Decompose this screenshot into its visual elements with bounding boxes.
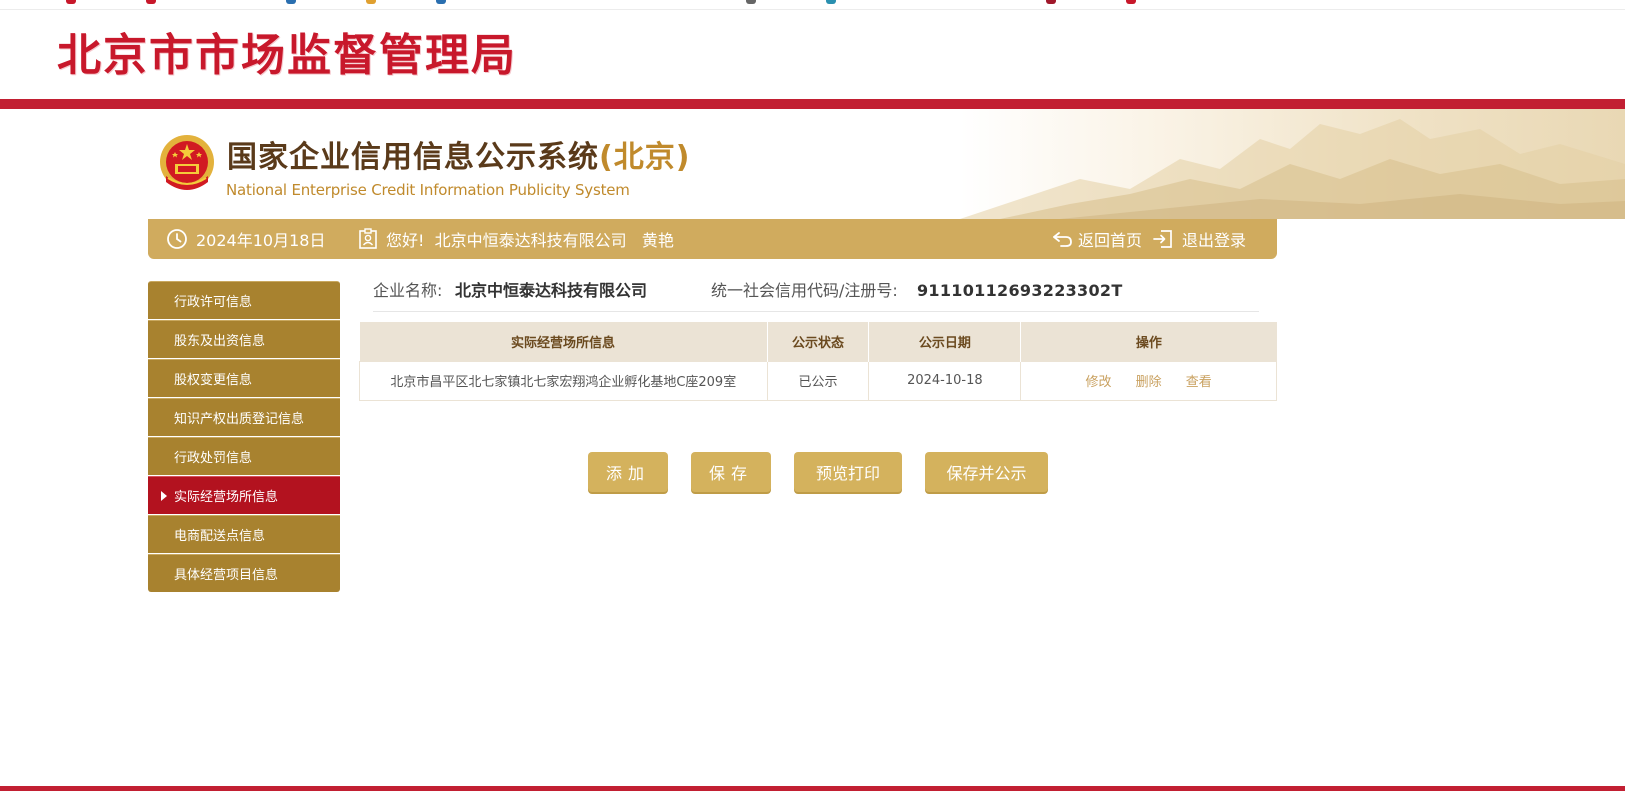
clock-icon <box>166 228 188 250</box>
browser-toolbar-strip <box>0 0 1625 10</box>
system-subtitle: National Enterprise Credit Information P… <box>226 181 630 199</box>
sidebar-item-business-premises[interactable]: 实际经营场所信息 <box>148 476 340 514</box>
preview-print-button[interactable]: 预览打印 <box>794 452 902 492</box>
logout-icon <box>1152 228 1174 250</box>
sidebar-menu: 行政许可信息 股东及出资信息 股权变更信息 知识产权出质登记信息 行政处罚信息 … <box>148 281 340 593</box>
banner-landscape <box>960 109 1625 219</box>
sidebar-item-ip-pledge[interactable]: 知识产权出质登记信息 <box>148 398 340 436</box>
edit-link[interactable]: 修改 <box>1085 375 1111 390</box>
credit-code-value: 91110112693223302T <box>917 281 1123 300</box>
header-red-bar <box>0 99 1625 109</box>
top-nav-bar: 2024年10月18日 您好! 北京中恒泰达科技有限公司 黄艳 返回首页 退出登… <box>148 219 1277 259</box>
sidebar-item-shareholders[interactable]: 股东及出资信息 <box>148 320 340 358</box>
cell-status: 已公示 <box>766 360 870 401</box>
footer-red-line <box>0 786 1625 791</box>
col-header-status: 公示状态 <box>767 322 870 361</box>
return-home-label: 返回首页 <box>1078 231 1143 250</box>
company-info-row: 企业名称: 北京中恒泰达科技有限公司 统一社会信用代码/注册号: 9111011… <box>373 276 1259 312</box>
add-button[interactable]: 添加 <box>588 452 668 492</box>
nav-greeting-text: 您好! 北京中恒泰达科技有限公司 黄艳 <box>386 231 674 250</box>
sidebar-item-admin-license[interactable]: 行政许可信息 <box>148 281 340 319</box>
nav-date: 2024年10月18日 <box>166 219 325 259</box>
return-arrow-icon <box>1052 229 1074 249</box>
cell-actions: 修改 删除 查看 <box>1020 360 1277 401</box>
caret-right-icon <box>161 491 167 501</box>
table-row: 北京市昌平区北七家镇北七家宏翔鸿企业孵化基地C座209室 已公示 2024-10… <box>359 360 1277 401</box>
sidebar-item-label: 实际经营场所信息 <box>174 490 279 505</box>
bureau-title: 北京市市场监督管理局 <box>57 30 517 81</box>
system-title: 国家企业信用信息公示系统(北京) <box>227 138 690 178</box>
nav-greeting: 您好! 北京中恒泰达科技有限公司 黄艳 <box>358 219 674 259</box>
cell-date: 2024-10-18 <box>868 360 1022 401</box>
credit-code-label: 统一社会信用代码/注册号: <box>711 281 898 300</box>
sidebar-item-label: 具体经营项目信息 <box>174 568 279 583</box>
sidebar-item-admin-penalty[interactable]: 行政处罚信息 <box>148 437 340 475</box>
sidebar-item-label: 知识产权出质登记信息 <box>174 412 305 427</box>
save-button[interactable]: 保存 <box>691 452 771 492</box>
sidebar-item-ecommerce-delivery[interactable]: 电商配送点信息 <box>148 515 340 553</box>
premises-table: 实际经营场所信息 公示状态 公示日期 操作 北京市昌平区北七家镇北七家宏翔鸿企业… <box>359 322 1277 401</box>
sidebar-item-business-projects[interactable]: 具体经营项目信息 <box>148 554 340 592</box>
cell-address: 北京市昌平区北七家镇北七家宏翔鸿企业孵化基地C座209室 <box>359 360 768 401</box>
sidebar-item-equity-change[interactable]: 股权变更信息 <box>148 359 340 397</box>
sidebar-item-label: 行政许可信息 <box>174 295 253 310</box>
sidebar-item-label: 股权变更信息 <box>174 373 253 388</box>
return-home-link[interactable]: 返回首页 <box>1052 219 1142 259</box>
company-name-value: 北京中恒泰达科技有限公司 <box>455 281 648 300</box>
page: 北京市市场监督管理局 国家企业信用信息公示系统(北京) National Ent… <box>0 0 1625 791</box>
system-title-text: 国家企业信用信息公示系统 <box>227 140 599 175</box>
nav-date-text: 2024年10月18日 <box>196 231 326 250</box>
col-header-date: 公示日期 <box>868 322 1022 361</box>
user-badge-icon <box>358 228 378 250</box>
col-header-premises: 实际经营场所信息 <box>359 322 768 361</box>
company-name-label: 企业名称: <box>373 281 443 300</box>
system-title-city: (北京) <box>599 140 691 175</box>
delete-link[interactable]: 删除 <box>1136 375 1162 390</box>
view-link[interactable]: 查看 <box>1186 375 1212 390</box>
sidebar-item-label: 行政处罚信息 <box>174 451 253 466</box>
national-emblem-icon <box>158 134 216 196</box>
sidebar-item-label: 股东及出资信息 <box>174 334 266 349</box>
table-header-row: 实际经营场所信息 公示状态 公示日期 操作 <box>359 322 1277 361</box>
logout-label: 退出登录 <box>1182 231 1247 250</box>
logout-link[interactable]: 退出登录 <box>1152 219 1246 259</box>
col-header-actions: 操作 <box>1020 322 1277 361</box>
sidebar-item-label: 电商配送点信息 <box>174 529 266 544</box>
save-and-publish-button[interactable]: 保存并公示 <box>925 452 1048 492</box>
